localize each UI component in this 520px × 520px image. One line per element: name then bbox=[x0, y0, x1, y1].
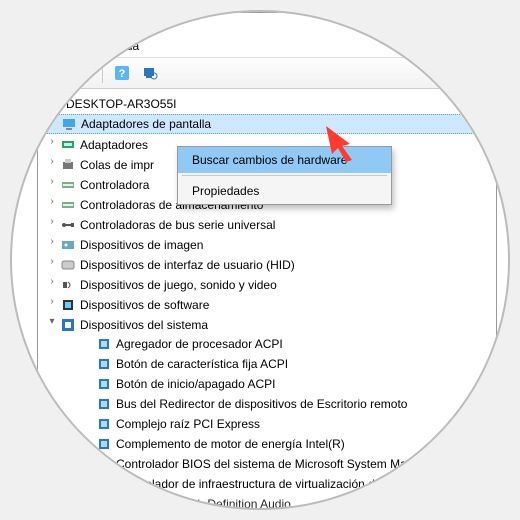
tree-node[interactable]: Dispositivos del sistema bbox=[42, 316, 494, 334]
context-menu-properties[interactable]: Propiedades bbox=[178, 178, 391, 204]
context-menu-separator bbox=[182, 175, 387, 176]
tree-node-label: Colas de impr bbox=[80, 158, 154, 172]
image-icon bbox=[60, 237, 76, 253]
toolbar-button[interactable] bbox=[72, 62, 94, 84]
toolbar-button[interactable] bbox=[44, 62, 66, 84]
tree-node-label: Agregador de procesador ACPI bbox=[116, 337, 283, 351]
tree-node-label: Dispositivos de interfaz de usuario (HID… bbox=[80, 258, 295, 272]
storage-icon bbox=[60, 177, 76, 193]
chip-icon bbox=[96, 416, 112, 432]
chip-icon bbox=[96, 356, 112, 372]
tree-node-label: Dispositivos de software bbox=[80, 298, 209, 312]
chip-icon bbox=[96, 456, 112, 472]
menu-item-help[interactable]: Ayuda bbox=[105, 39, 139, 53]
tree-node[interactable]: Dispositivos de imagen bbox=[42, 236, 494, 254]
menu-item-action-partial[interactable]: ón bbox=[46, 39, 59, 53]
tree-node-label: Botón de inicio/apagado ACPI bbox=[116, 377, 275, 391]
chip-icon bbox=[96, 496, 112, 510]
annotation-arrow-icon bbox=[324, 124, 374, 167]
toolbar: ? bbox=[38, 57, 496, 89]
tree-node[interactable]: Complemento de motor de energía Intel(R) bbox=[42, 435, 494, 453]
tree-node-label: Adaptadores bbox=[80, 138, 148, 152]
chevron-right-icon[interactable]: › bbox=[46, 296, 58, 307]
help-icon[interactable]: ? bbox=[111, 62, 133, 84]
network-icon bbox=[60, 137, 76, 153]
tree-node-label: Botón de característica fija ACPI bbox=[116, 357, 288, 371]
tree-node[interactable]: Botón de característica fija ACPI bbox=[42, 355, 494, 373]
toolbar-separator bbox=[102, 63, 103, 83]
window-title-fragment: ispositivos bbox=[46, 17, 97, 29]
menu-bar: ón Ver Ayuda bbox=[38, 37, 496, 57]
tree-node-label: Controladora bbox=[80, 178, 149, 192]
printer-icon bbox=[60, 157, 76, 173]
chip-icon bbox=[96, 476, 112, 492]
tree-node[interactable]: ...ladora de High Definition Audio bbox=[42, 495, 494, 510]
chip-icon bbox=[96, 436, 112, 452]
tree-node[interactable]: Botón de inicio/apagado ACPI bbox=[42, 375, 494, 393]
scan-hardware-icon[interactable] bbox=[139, 62, 161, 84]
chevron-right-icon[interactable]: › bbox=[46, 114, 58, 125]
tree-node-label: Controlador de infraestructura de virtua… bbox=[116, 477, 456, 491]
tree-root[interactable]: DESKTOP-AR3O55I bbox=[42, 95, 494, 113]
chip-icon bbox=[96, 396, 112, 412]
chevron-right-icon[interactable]: › bbox=[46, 276, 58, 287]
tree-node[interactable]: Bus del Redirector de dispositivos de Es… bbox=[42, 395, 494, 413]
software-icon bbox=[60, 297, 76, 313]
root-label: DESKTOP-AR3O55I bbox=[64, 97, 176, 111]
tree-node[interactable]: Complejo raíz PCI Express bbox=[42, 415, 494, 433]
chip-icon bbox=[96, 376, 112, 392]
system-icon bbox=[60, 317, 76, 333]
menu-item-view[interactable]: Ver bbox=[73, 39, 91, 53]
display-icon bbox=[61, 116, 77, 132]
tree-node-label: Controladoras de bus serie universal bbox=[80, 218, 275, 232]
tree-node-label: Controlador BIOS del sistema de Microsof… bbox=[116, 457, 460, 471]
tree-node-label: ...ladora de High Definition Audio bbox=[116, 497, 291, 510]
device-manager-window: ispositivos ón Ver Ayuda ? bbox=[37, 12, 497, 510]
tree-node[interactable]: Adaptadores de pantalla bbox=[42, 114, 494, 134]
tree-node-label: Dispositivos de imagen bbox=[80, 238, 203, 252]
chevron-right-icon[interactable]: › bbox=[46, 196, 58, 207]
usb-icon bbox=[60, 217, 76, 233]
chevron-right-icon[interactable]: › bbox=[46, 216, 58, 227]
chevron-right-icon[interactable]: › bbox=[46, 256, 58, 267]
hid-icon bbox=[60, 257, 76, 273]
tree-node[interactable]: Controladoras de bus serie universal bbox=[42, 216, 494, 234]
tree-node[interactable]: Dispositivos de juego, sonido y video bbox=[42, 276, 494, 294]
chevron-right-icon[interactable]: › bbox=[46, 136, 58, 147]
tree-node-label: Complejo raíz PCI Express bbox=[116, 417, 260, 431]
computer-icon bbox=[44, 96, 60, 112]
tree-node[interactable]: Controlador BIOS del sistema de Microsof… bbox=[42, 455, 494, 473]
tree-node-label: Dispositivos de juego, sonido y video bbox=[80, 278, 277, 292]
chevron-down-icon[interactable]: ▾ bbox=[46, 316, 58, 327]
svg-text:?: ? bbox=[119, 68, 126, 80]
storage-icon bbox=[60, 197, 76, 213]
tree-node[interactable]: Dispositivos de software bbox=[42, 296, 494, 314]
sound-icon bbox=[60, 277, 76, 293]
chevron-right-icon[interactable]: › bbox=[46, 176, 58, 187]
tree-node[interactable]: Controlador de infraestructura de virtua… bbox=[42, 475, 494, 493]
tree-node[interactable]: Agregador de procesador ACPI bbox=[42, 335, 494, 353]
chip-icon bbox=[96, 336, 112, 352]
tree-node-label: Complemento de motor de energía Intel(R) bbox=[116, 437, 345, 451]
tree-node-label: Adaptadores de pantalla bbox=[81, 117, 211, 131]
tree-node[interactable]: Dispositivos de interfaz de usuario (HID… bbox=[42, 256, 494, 274]
chevron-right-icon[interactable]: › bbox=[46, 236, 58, 247]
tree-node-label: Dispositivos del sistema bbox=[80, 318, 208, 332]
tree-node-label: Bus del Redirector de dispositivos de Es… bbox=[116, 397, 407, 411]
chevron-right-icon[interactable]: › bbox=[46, 156, 58, 167]
window-titlebar: ispositivos bbox=[38, 13, 496, 37]
